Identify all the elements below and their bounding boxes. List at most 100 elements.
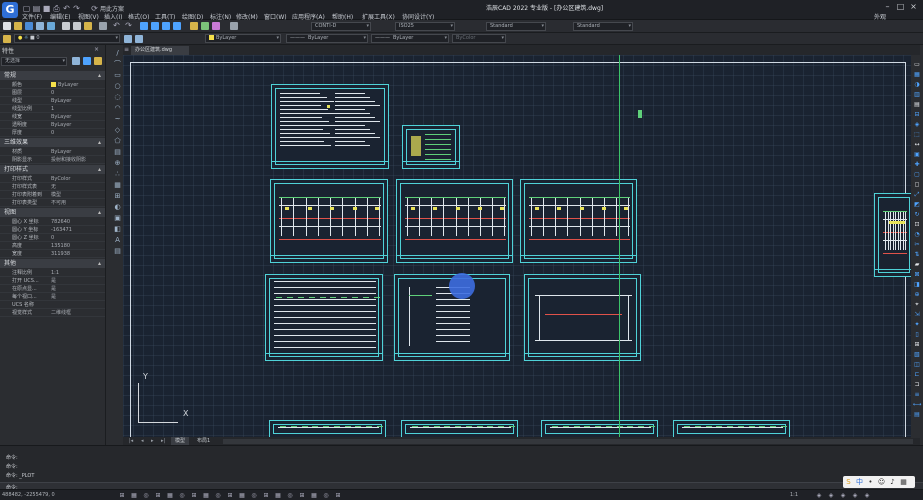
swap-icon[interactable]: ⇅	[912, 251, 922, 259]
property-value[interactable]: 二维线框	[51, 309, 104, 317]
property-row[interactable]: 圆心 Z 坐标 0	[0, 234, 105, 242]
selection-select[interactable]: 无选择 ▾	[1, 57, 67, 66]
break-icon[interactable]: ▢	[912, 171, 922, 179]
property-row[interactable]: 材质 ByLayer	[0, 148, 105, 156]
menu-modify[interactable]: 修改(M)	[236, 12, 258, 21]
bracket-left-icon[interactable]: ⊏	[912, 371, 922, 379]
property-row[interactable]: 宽度 311938	[0, 250, 105, 258]
scale-icon[interactable]: ⬚	[912, 131, 922, 139]
list-icon[interactable]: ≡	[912, 391, 922, 399]
block-icon[interactable]: ⊞	[113, 192, 122, 201]
drawing-sheet[interactable]	[270, 179, 388, 263]
emoji-icon[interactable]: ☺	[877, 477, 886, 487]
align-icon[interactable]: ◔	[912, 231, 922, 239]
cut-icon[interactable]	[62, 22, 70, 30]
property-value[interactable]: 0	[51, 89, 104, 97]
property-row[interactable]: 厚度 0	[0, 129, 105, 137]
property-row[interactable]: 视觉样式 二维线框	[0, 309, 105, 317]
property-value[interactable]: ByLayer	[51, 121, 104, 129]
anno-icon[interactable]: ◎	[286, 492, 294, 499]
drawing-sheet[interactable]	[524, 274, 641, 361]
region-icon[interactable]: ⬠	[113, 137, 122, 146]
wipeout-icon[interactable]: ◧	[113, 225, 122, 234]
property-value[interactable]: ByLayer	[51, 97, 104, 105]
drawing-sheet[interactable]	[265, 274, 383, 361]
drawing-sheet[interactable]	[396, 179, 513, 263]
bracket-right-icon[interactable]: ⊐	[912, 381, 922, 389]
menu-format[interactable]: 格式(O)	[128, 12, 149, 21]
chevron-up-icon[interactable]: ▴	[98, 165, 101, 174]
property-value[interactable]: 是	[51, 277, 104, 285]
autoscale-icon[interactable]: ◈	[839, 492, 847, 499]
menu-edit[interactable]: 编辑(E)	[50, 12, 70, 21]
annotation-icon[interactable]: ◈	[815, 492, 823, 499]
save-icon[interactable]	[25, 22, 33, 30]
menu-extensions[interactable]: 扩展工具(X)	[362, 12, 395, 21]
property-row[interactable]: 图层 0	[0, 89, 105, 97]
lineweight-select[interactable]: ——— ByLayer ▾	[371, 34, 449, 43]
close-palette-icon[interactable]: ×	[94, 46, 99, 53]
fullscreen-icon[interactable]: ◈	[863, 492, 871, 499]
maximize-icon[interactable]: □	[895, 1, 906, 12]
redo-icon[interactable]: ↷	[124, 21, 133, 31]
plot-icon[interactable]	[36, 22, 44, 30]
otrack-icon[interactable]: ◎	[178, 492, 186, 499]
property-value[interactable]: 0	[51, 129, 104, 137]
property-value[interactable]: 0	[51, 234, 104, 242]
center-icon[interactable]: ⊕	[912, 291, 922, 299]
app-logo[interactable]: G	[2, 2, 18, 18]
target-icon[interactable]: ⌖	[912, 301, 922, 309]
property-value[interactable]: ByLayer	[51, 113, 104, 121]
section-header[interactable]: 其他 ▴	[0, 259, 105, 268]
tpy-icon[interactable]: ⊞	[226, 492, 234, 499]
toggle-pickadd-icon[interactable]	[72, 57, 80, 65]
trim-icon[interactable]: ▣	[912, 151, 922, 159]
menu-collab[interactable]: 协同设计(Y)	[402, 12, 434, 21]
grid-icon[interactable]: ⊠	[912, 271, 922, 279]
close-icon[interactable]: ×	[908, 1, 919, 12]
ime-punct-icon[interactable]: •	[866, 477, 875, 487]
property-row[interactable]: 圆心 Y 坐标 -163471	[0, 226, 105, 234]
drawing-sheet[interactable]	[402, 125, 460, 169]
layer-manager-icon[interactable]	[3, 35, 11, 43]
arrow-icon[interactable]: ⟷	[912, 401, 922, 409]
mtext-icon[interactable]: ▤	[113, 247, 122, 256]
polar-icon[interactable]: ⊞	[154, 492, 162, 499]
drawing-sheet[interactable]	[269, 420, 386, 438]
hatch-icon[interactable]: ▤	[113, 148, 122, 157]
chevron-up-icon[interactable]: ▴	[98, 259, 101, 268]
matchprop-icon[interactable]	[99, 22, 107, 30]
property-row[interactable]: 高度 135180	[0, 242, 105, 250]
circle-icon[interactable]: ○	[113, 82, 122, 91]
open-icon[interactable]	[14, 22, 22, 30]
insert-icon[interactable]: ▣	[113, 214, 122, 223]
qp-icon[interactable]: ▦	[238, 492, 246, 499]
property-value[interactable]: 无	[51, 183, 104, 191]
menu-insert[interactable]: 插入(I)	[104, 12, 122, 21]
drawing-sheet[interactable]	[541, 420, 658, 438]
menu-window[interactable]: 窗口(W)	[264, 12, 287, 21]
array-icon[interactable]: ▤	[912, 101, 922, 109]
property-row[interactable]: 每个视口... 是	[0, 293, 105, 301]
property-value[interactable]: 1	[51, 105, 104, 113]
section-header[interactable]: 打印样式 ▴	[0, 165, 105, 174]
zoom-window-icon[interactable]	[162, 22, 170, 30]
grid-icon[interactable]: ▦	[130, 492, 138, 499]
property-value[interactable]: 投射和接收阴影	[51, 156, 104, 164]
lwt-icon[interactable]: ◎	[214, 492, 222, 499]
property-row[interactable]: 圆心 X 坐标 782640	[0, 218, 105, 226]
resize-icon[interactable]: ⇲	[912, 311, 922, 319]
property-row[interactable]: 打印样式表 无	[0, 183, 105, 191]
property-row[interactable]: UCS 名称	[0, 301, 105, 309]
mic-icon[interactable]: ♪	[888, 477, 897, 487]
menu-apps[interactable]: 应用程序(A)	[292, 12, 325, 21]
new-icon[interactable]	[3, 22, 11, 30]
drawing-sheet[interactable]	[271, 84, 389, 169]
bar-icon[interactable]: ▯	[912, 331, 922, 339]
zoom-previous-icon[interactable]	[173, 22, 181, 30]
linetype-select[interactable]: ——— ByLayer ▾	[286, 34, 368, 43]
menu-tools[interactable]: 工具(T)	[155, 12, 175, 21]
tab-drawing[interactable]: 办公区建筑.dwg	[131, 46, 189, 55]
erase-icon[interactable]: ▭	[912, 61, 922, 69]
undo-icon[interactable]: ↶	[112, 21, 121, 31]
